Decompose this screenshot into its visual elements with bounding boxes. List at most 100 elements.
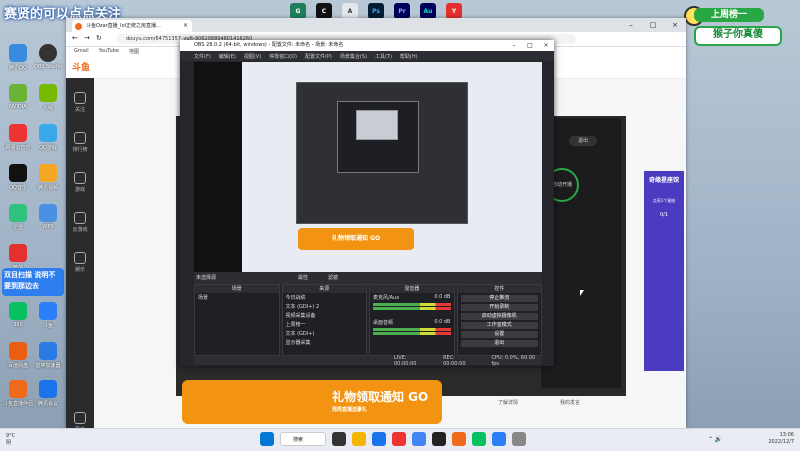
obs-preview[interactable]: 礼物领取通知 GO — [194, 62, 542, 272]
menu-view[interactable]: 视图(V) — [244, 53, 261, 60]
reload-icon[interactable]: ↻ — [96, 34, 102, 42]
douyu-favicon-icon — [75, 23, 82, 30]
close-icon[interactable]: × — [538, 40, 554, 51]
photoshop-icon[interactable]: Ps — [368, 3, 384, 19]
bookmark-gmail[interactable]: Gmail — [74, 48, 89, 54]
chrome-icon[interactable] — [412, 432, 426, 446]
desktop-icon[interactable]: WPS — [32, 204, 64, 230]
source-item[interactable]: 视频采集设备 — [283, 311, 367, 320]
obs-icon[interactable] — [432, 432, 446, 446]
minimize-icon[interactable]: – — [620, 18, 642, 32]
browser-tab[interactable]: 斗鱼Ozar直播_lol正统之房直播... × — [72, 20, 192, 32]
desktop-icon[interactable]: 腾讯QQ — [2, 44, 34, 71]
search-box[interactable]: 搜索 — [280, 432, 326, 446]
menu-tools[interactable]: 工具(T) — [375, 53, 392, 60]
desktop-icon[interactable]: 微信 — [2, 244, 34, 271]
sidebar-item-games[interactable]: 游戏 — [66, 172, 94, 193]
minimize-icon[interactable]: – — [506, 40, 522, 51]
task-view-icon[interactable] — [332, 432, 346, 446]
rec-time: REC: 00:00:00 — [443, 354, 466, 367]
exit-button[interactable]: 退出 — [460, 340, 538, 347]
volume-meter[interactable] — [373, 328, 451, 331]
bookmark-maps[interactable]: 地图 — [129, 48, 139, 55]
edge-icon[interactable] — [372, 432, 386, 446]
app-icon[interactable] — [492, 432, 506, 446]
source-item[interactable]: 上周榜一 — [283, 320, 367, 329]
menu-scene-collection[interactable]: 场景集合(S) — [340, 53, 367, 60]
premiere-icon[interactable]: Pr — [394, 3, 410, 19]
volume-meter[interactable] — [373, 307, 451, 310]
exit-button[interactable]: 退出 — [569, 136, 597, 146]
app-icon[interactable]: C — [316, 3, 332, 19]
menu-profile[interactable]: 配置文件(P) — [305, 53, 332, 60]
desktop-icon[interactable]: 百度网盘 — [2, 342, 34, 369]
scene-item[interactable]: 场景 — [195, 293, 279, 302]
sidebar-item-follow[interactable]: 关注 — [66, 92, 94, 113]
side-ad-text: 点亮1个星座 — [652, 198, 676, 203]
menu-file[interactable]: 文件(F) — [194, 53, 211, 60]
studio-mode-button[interactable]: 工作室模式 — [460, 322, 538, 329]
douyu-icon[interactable] — [452, 432, 466, 446]
settings-button[interactable]: 设置 — [460, 331, 538, 338]
heart-icon — [74, 92, 86, 104]
menu-help[interactable]: 帮助(H) — [400, 53, 418, 60]
properties-button[interactable]: 属性 — [298, 274, 308, 281]
desktop-icon[interactable]: 斗鱼 — [32, 302, 64, 329]
source-item[interactable]: 显示器采集 — [283, 338, 367, 347]
stop-streaming-button[interactable]: 停止推流 — [460, 295, 538, 302]
wechat-icon[interactable] — [472, 432, 486, 446]
weather-widget[interactable]: 9°C 阴 — [6, 433, 15, 447]
desktop-icon[interactable]: QQ音乐 — [2, 164, 34, 191]
details-label[interactable]: 了解详情 — [498, 399, 518, 406]
audition-icon[interactable]: Au — [420, 3, 436, 19]
desktop-icon[interactable]: 雷神加速器 — [32, 342, 64, 369]
start-icon[interactable] — [260, 432, 274, 446]
desktop-icon[interactable]: OBS Studio — [32, 44, 64, 70]
sidebar-item-rank[interactable]: 排行榜 — [66, 132, 94, 153]
start-recording-button[interactable]: 开始录制 — [460, 304, 538, 311]
desktop-icon[interactable]: 火绒 — [32, 84, 64, 111]
desktop-icon[interactable]: 迅雷 — [2, 204, 34, 231]
source-item[interactable]: 文本 (GDI+) — [283, 329, 367, 338]
clock[interactable]: 13:06 2022/12/7 — [768, 432, 794, 446]
app-icon[interactable] — [512, 432, 526, 446]
system-tray-icons[interactable]: ⌃ 🔊 — [708, 436, 722, 443]
back-icon[interactable]: ← — [72, 34, 78, 42]
app-icon[interactable] — [392, 432, 406, 446]
gift-notice-banner[interactable]: 礼物领取通知 GO 周周直播送豪礼 — [182, 380, 442, 424]
desktop-icon[interactable]: QQ游戏 — [32, 124, 64, 151]
bookmark-youtube[interactable]: YouTube — [99, 48, 119, 54]
explorer-icon[interactable] — [352, 432, 366, 446]
obs-window: OBS 28.0.2 (64-bit, windows) - 配置文件: 未命名… — [180, 40, 554, 367]
side-ad-title: 奇缘星座馆 — [648, 177, 679, 184]
virtual-camera-button[interactable]: 启动虚拟摄像机 — [460, 313, 538, 320]
forward-icon[interactable]: → — [84, 34, 90, 42]
app-icon[interactable]: Y — [446, 3, 462, 19]
desktop-icon[interactable]: 网易云音乐 — [2, 124, 34, 151]
desktop-icon[interactable]: 腾讯视频 — [32, 164, 64, 191]
source-item[interactable]: 今日战绩 — [283, 293, 367, 302]
desktop-icon[interactable]: 斗鱼直播伴侣 — [2, 380, 34, 407]
sidebar-item-cloud-games[interactable]: 云游戏 — [66, 212, 94, 233]
close-tab-icon[interactable]: × — [183, 20, 188, 32]
app-icon[interactable]: A — [342, 3, 358, 19]
desktop-icon[interactable]: 360 — [2, 302, 34, 328]
overlay-left-badge: 双目扫描 说明不要到那边去 — [2, 268, 64, 296]
volume-meter[interactable] — [373, 332, 451, 335]
sidebar-item-entertainment[interactable]: 娱乐 — [66, 252, 94, 273]
desktop-icon[interactable]: NVIDIA — [2, 84, 34, 110]
close-icon[interactable]: × — [664, 18, 686, 32]
my-speech-label[interactable]: 我的发言 — [560, 399, 580, 406]
side-promo-banner[interactable]: 奇缘星座馆 点亮1个星座 0/1 — [644, 171, 684, 371]
maximize-icon[interactable]: □ — [642, 18, 664, 32]
app-icon[interactable]: G — [290, 3, 306, 19]
desktop-icon[interactable]: 腾讯会议 — [32, 380, 64, 407]
filters-button[interactable]: 滤镜 — [328, 274, 338, 281]
menu-docks[interactable]: 停靠窗口(D) — [269, 53, 297, 60]
browser-tab-bar: 斗鱼Ozar直播_lol正统之房直播... × – □ × — [66, 18, 686, 32]
maximize-icon[interactable]: □ — [522, 40, 538, 51]
volume-meter[interactable] — [373, 303, 451, 306]
source-item[interactable]: 文本 (GDI+) 2 — [283, 302, 367, 311]
douyu-logo[interactable]: 斗鱼 — [72, 60, 112, 74]
menu-edit[interactable]: 编辑(E) — [219, 53, 236, 60]
